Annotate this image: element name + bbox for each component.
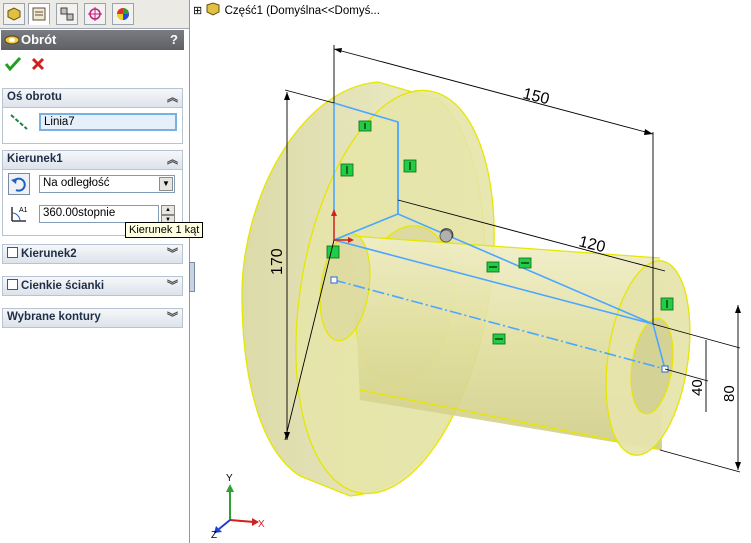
triad-z-label: Z xyxy=(211,530,217,541)
dimension-40[interactable]: 40 xyxy=(689,379,706,396)
reference-triad: Y X Z xyxy=(211,473,265,541)
thin-feature-group: Cienkie ścianki ︾ xyxy=(2,276,183,296)
tab-dimxpert[interactable] xyxy=(84,3,106,25)
triad-x-label: X xyxy=(258,519,265,530)
tab-configuration-manager[interactable] xyxy=(56,3,78,25)
reverse-direction-icon[interactable] xyxy=(8,173,30,195)
dimension-170[interactable]: 170 xyxy=(269,248,286,275)
feature-tree-icon xyxy=(7,7,21,21)
expand-chevron-icon[interactable]: ︾ xyxy=(167,277,178,293)
axis-group-header[interactable]: Oś obrotu ︽ xyxy=(3,89,182,108)
expand-chevron-icon[interactable]: ︾ xyxy=(167,245,178,261)
selected-contours-group-header[interactable]: Wybrane kontury ︾ xyxy=(3,309,182,327)
help-button[interactable]: ? xyxy=(170,32,178,47)
part-icon xyxy=(206,2,220,16)
angle-input[interactable]: 360.00stopnie xyxy=(39,205,159,223)
angle-spinner[interactable]: ▲ ▼ xyxy=(161,205,175,225)
property-manager: Obrót ? Oś obrotu ︽ Linia7 Kierunek1 ︽ N… xyxy=(0,0,190,543)
configuration-icon xyxy=(60,7,74,21)
thin-feature-group-header[interactable]: Cienkie ścianki ︾ xyxy=(3,277,182,295)
ok-button[interactable] xyxy=(4,56,22,72)
axis-group: Oś obrotu ︽ Linia7 xyxy=(2,88,183,144)
direction1-group-title: Kierunek1 xyxy=(7,153,63,165)
check-icon xyxy=(4,56,22,72)
selected-contours-group-title: Wybrane kontury xyxy=(7,311,101,323)
feature-title-bar: Obrót ? xyxy=(1,30,184,50)
feature-tree-flyout[interactable]: ⊞ Część1 (Domyślna<<Domyś... xyxy=(193,2,380,17)
dimension-80[interactable]: 80 xyxy=(721,385,738,402)
end-condition-dropdown[interactable]: Na odległość ▼ xyxy=(39,175,175,193)
property-manager-icon xyxy=(32,7,46,21)
selected-contours-group: Wybrane kontury ︾ xyxy=(2,308,183,328)
origin-relation-icon xyxy=(326,245,340,259)
thin-feature-group-title: Cienkie ścianki xyxy=(21,280,105,292)
feature-title: Obrót xyxy=(21,32,57,47)
tree-expand-icon[interactable]: ⊞ xyxy=(193,5,202,17)
sketch-point[interactable] xyxy=(330,276,338,284)
manager-tabs xyxy=(0,0,189,29)
dropdown-arrow-icon[interactable]: ▼ xyxy=(159,177,173,191)
direction2-checkbox[interactable] xyxy=(7,247,18,258)
direction2-group: Kierunek2 ︾ xyxy=(2,244,183,264)
revolve-handle-icon[interactable] xyxy=(439,228,454,243)
part-name[interactable]: Część1 (Domyślna<<Domyś... xyxy=(225,5,380,17)
end-condition-value: Na odległość xyxy=(43,177,110,189)
angle-icon: A1 xyxy=(11,207,28,222)
direction2-group-title: Kierunek2 xyxy=(21,248,77,260)
tab-feature-manager[interactable] xyxy=(3,3,25,25)
direction2-group-header[interactable]: Kierunek2 ︾ xyxy=(3,245,182,263)
angle-tooltip: Kierunek 1 kąt xyxy=(125,222,204,238)
thin-feature-checkbox[interactable] xyxy=(7,279,18,290)
cancel-button[interactable] xyxy=(30,56,46,72)
axis-group-title: Oś obrotu xyxy=(7,91,62,103)
x-icon xyxy=(31,57,45,71)
color-wheel-icon xyxy=(117,8,129,20)
graphics-area[interactable]: 150 120 170 40 80 Y X Z xyxy=(190,0,751,543)
revolve-feature-icon xyxy=(4,35,20,45)
direction1-group-header[interactable]: Kierunek1 ︽ xyxy=(3,151,182,170)
collapse-chevron-icon[interactable]: ︽ xyxy=(167,151,178,167)
panel-splitter[interactable] xyxy=(189,262,195,292)
tab-display-manager[interactable] xyxy=(112,3,134,25)
collapse-chevron-icon[interactable]: ︽ xyxy=(167,89,178,105)
axis-line-icon xyxy=(10,114,28,130)
tab-property-manager[interactable] xyxy=(28,3,50,25)
svg-text:A1: A1 xyxy=(19,207,28,214)
triad-y-label: Y xyxy=(226,473,233,484)
spin-up-icon[interactable]: ▲ xyxy=(161,205,175,215)
expand-chevron-icon[interactable]: ︾ xyxy=(167,309,178,325)
axis-selection-field[interactable]: Linia7 xyxy=(39,113,177,131)
crosshair-icon xyxy=(88,7,102,21)
dimension-150[interactable]: 150 xyxy=(521,85,551,108)
